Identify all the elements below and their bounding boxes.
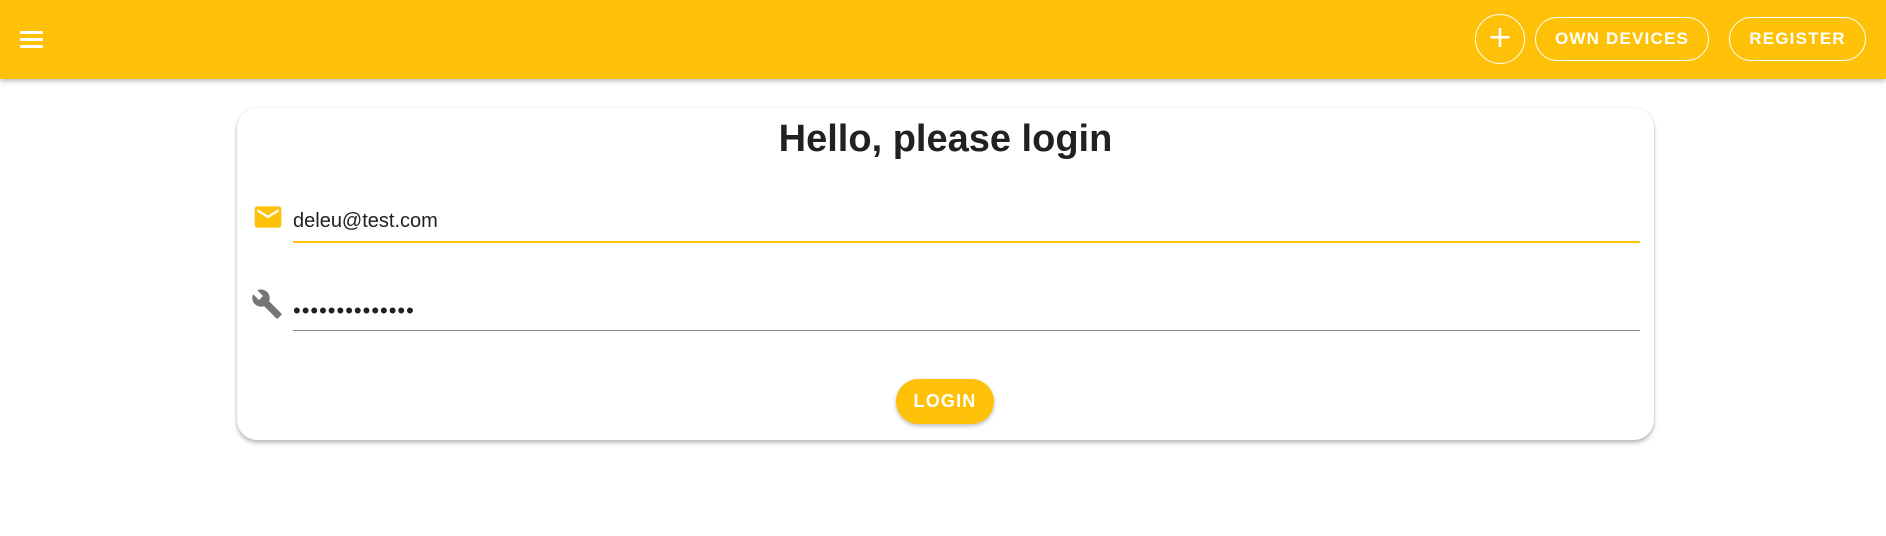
login-card: Hello, please login LOGIN [237,108,1654,440]
password-field-container [293,286,1640,331]
mail-icon [254,206,282,228]
email-field[interactable] [293,198,1640,241]
hamburger-menu-icon[interactable] [14,24,48,54]
login-button[interactable]: LOGIN [896,379,994,424]
password-field[interactable] [293,286,1640,330]
plus-icon: + [1487,20,1513,55]
add-device-button[interactable]: + [1475,14,1525,64]
top-app-bar: + OWN DEVICES REGISTER [0,0,1886,79]
own-devices-button[interactable]: OWN DEVICES [1535,17,1709,61]
page-title: Hello, please login [778,118,1113,160]
email-field-container [293,198,1640,243]
wrench-icon [252,289,282,319]
register-button[interactable]: REGISTER [1729,17,1866,61]
